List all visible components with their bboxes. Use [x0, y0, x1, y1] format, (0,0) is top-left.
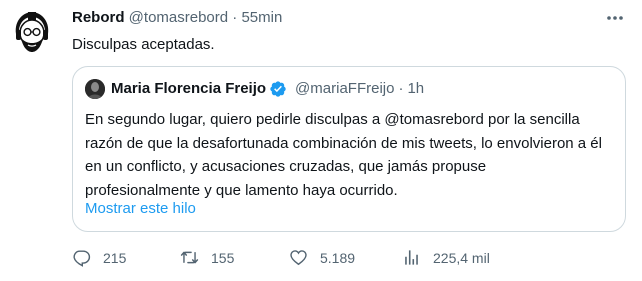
analytics-icon: [405, 250, 418, 265]
retweet-icon: [180, 251, 199, 264]
quoted-author-name: Maria Florencia Freijo: [111, 80, 267, 97]
avatar-illustration: [8, 8, 56, 56]
quoted-header-separator: ·: [398, 80, 404, 97]
quoted-tweet-text: En segundo lugar, quiero pedirle disculp…: [85, 111, 602, 199]
quoted-tweet-card[interactable]: Maria Florencia Freijo @mariaFFreijo · 1…: [72, 66, 626, 232]
reply-icon: [73, 250, 91, 267]
header-separator: ·: [232, 9, 238, 26]
retweet-count: 155: [211, 249, 235, 266]
author-avatar[interactable]: [8, 8, 56, 56]
author-handle[interactable]: @tomasrebord: [129, 9, 228, 26]
like-button[interactable]: 5.189: [289, 248, 402, 267]
heart-icon: [290, 250, 307, 266]
reply-count: 215: [103, 249, 127, 266]
author-name[interactable]: Rebord: [72, 9, 125, 26]
tweet-actions-bar: 215 155 5.189 225,4 mil: [72, 248, 502, 267]
tweet-text: Disculpas aceptadas.: [72, 36, 215, 53]
like-count: 5.189: [320, 249, 356, 266]
views-count: 225,4 mil: [433, 249, 490, 266]
quoted-tweet-timestamp: 1h: [407, 80, 425, 97]
avatar-photo: [85, 79, 105, 99]
quoted-tweet-header: Maria Florencia Freijo @mariaFFreijo · 1…: [85, 79, 424, 99]
quoted-author-handle: @mariaFFreijo: [295, 80, 395, 97]
tweet-header: Rebord @tomasrebord · 55min: [72, 8, 282, 28]
views-button[interactable]: 225,4 mil: [402, 248, 502, 267]
tweet-timestamp[interactable]: 55min: [241, 9, 282, 26]
more-icon: [607, 16, 623, 20]
quoted-author-avatar: [85, 79, 105, 99]
reply-button[interactable]: 215: [72, 248, 180, 267]
retweet-button[interactable]: 155: [180, 248, 289, 267]
more-options-button[interactable]: [604, 8, 626, 28]
show-thread-link[interactable]: Mostrar este hilo: [85, 199, 196, 219]
verified-badge-icon: [269, 80, 287, 98]
